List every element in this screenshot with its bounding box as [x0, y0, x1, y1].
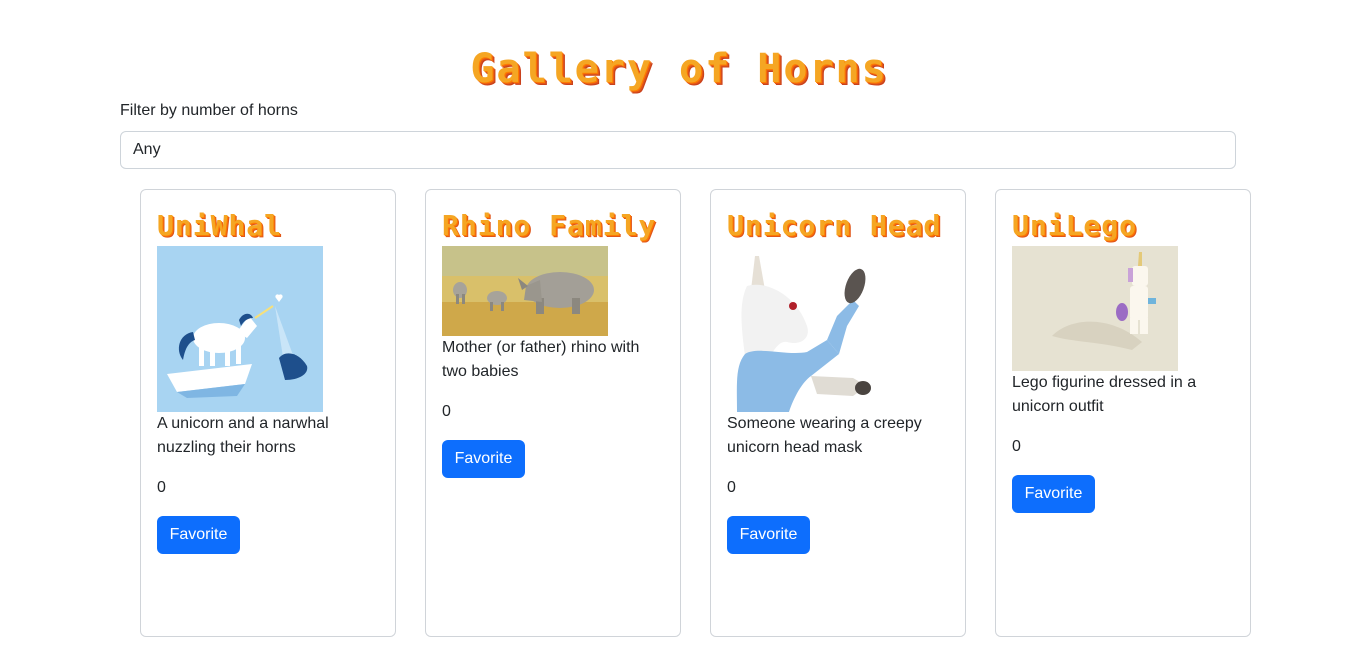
card-rhino-family: Rhino Family Mother (or father) rhino wi…	[425, 189, 681, 637]
card-title: UniLego	[1012, 209, 1138, 242]
favorite-count: 0	[1012, 438, 1021, 455]
card-title: Rhino Family	[442, 209, 657, 242]
lego-unicorn-image	[1012, 246, 1178, 371]
card-description: A unicorn and a narwhal nuzzling their h…	[157, 415, 329, 456]
card-description: Someone wearing a creepy unicorn head ma…	[727, 415, 922, 456]
page-title: Gallery of Horns	[470, 46, 888, 92]
card-uniwhal: UniWhal A unicorn and a narwhal nuzzling…	[140, 189, 396, 637]
card-description: Mother (or father) rhino with two babies	[442, 339, 640, 380]
favorite-button[interactable]: Favorite	[442, 440, 525, 478]
card-title: UniWhal	[157, 209, 283, 242]
card-description: Lego figurine dressed in a unicorn outfi…	[1012, 374, 1197, 415]
favorite-button[interactable]: Favorite	[727, 516, 810, 554]
favorite-button[interactable]: Favorite	[157, 516, 240, 554]
card-title: Unicorn Head	[727, 209, 942, 242]
favorite-count: 0	[442, 403, 451, 420]
card-unicorn-head: Unicorn Head Someone wearing a creepy un…	[710, 189, 966, 637]
unicorn-narwhal-image	[157, 246, 323, 412]
card-unilego: UniLego Lego figurine dressed in a unico…	[995, 189, 1251, 637]
horns-filter-select[interactable]: Any	[120, 131, 1236, 169]
rhino-family-image	[442, 246, 608, 336]
favorite-count: 0	[727, 479, 736, 496]
favorite-button[interactable]: Favorite	[1012, 475, 1095, 513]
unicorn-mask-image	[727, 246, 893, 412]
favorite-count: 0	[157, 479, 166, 496]
filter-label: Filter by number of horns	[120, 102, 298, 119]
